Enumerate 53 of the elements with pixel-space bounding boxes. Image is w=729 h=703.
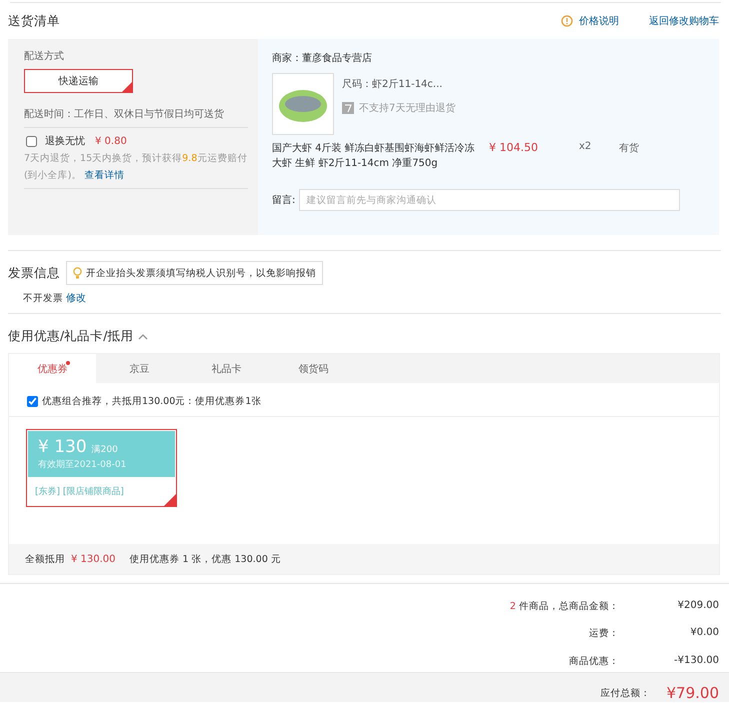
recommend-label: 优惠组合推荐，共抵用130.00元：使用优惠券1张 [42, 395, 262, 408]
coupon-amount: ¥ 130 [38, 437, 87, 457]
insurance-description: 7天内退货，15天内换货，预计获得9.8元运费赔付(到小全库)。 查看详情 [24, 152, 248, 183]
insurance-checkbox[interactable] [26, 136, 37, 146]
message-field[interactable]: 建议留言前先与商家沟通确认 [299, 189, 680, 211]
details-link[interactable]: 查看详情 [84, 170, 124, 181]
invoice-title: 发票信息 [8, 264, 60, 282]
summary-value: -¥130.00 [674, 654, 719, 668]
message-label: 留言: [272, 194, 296, 207]
price-info-link[interactable]: 价格说明 [579, 14, 619, 28]
no-return-note: 不支持7天无理由退货 [359, 102, 456, 115]
shipping-label: 配送方式 [24, 50, 65, 63]
insurance-price: ¥ 0.80 [95, 136, 127, 146]
info-icon [561, 15, 573, 27]
section-title: 送货清单 [8, 12, 60, 30]
deduct-amount: ¥ 130.00 [71, 554, 116, 564]
shop-name: 董彦食品专营店 [302, 52, 372, 65]
discount-tab[interactable]: 领货码 [270, 354, 357, 383]
invoice-value: 不开发票 [23, 292, 63, 304]
total-label: 应付总额： [600, 687, 650, 700]
check-corner-icon [122, 82, 132, 92]
recommend-checkbox[interactable] [27, 396, 38, 407]
discount-tab[interactable]: 礼品卡 [183, 354, 270, 383]
total-amount: ¥79.00 [666, 684, 719, 702]
shipping-option[interactable]: 快递运输 [24, 69, 133, 93]
coupon-condition: 满200 [92, 444, 118, 456]
summary-label: 运费： [589, 627, 619, 642]
back-to-cart-link[interactable]: 返回修改购物车 [649, 14, 719, 28]
chevron-up-icon[interactable] [138, 333, 148, 340]
delivery-time: 配送时间：工作日、双休日与节假日均可送货 [24, 108, 225, 121]
discount-tab[interactable]: 京豆 [96, 354, 183, 383]
coupon-expiry: 有效期至2021-08-01 [38, 460, 126, 470]
full-deduct-label: 全额抵用 [25, 552, 65, 566]
summary-label: 商品优惠： [569, 654, 619, 669]
discount-summary: 使用优惠券 1 张，优惠 130.00 元 [130, 552, 281, 566]
product-quantity: x2 [579, 141, 592, 152]
discount-tab[interactable]: 优惠券 [9, 354, 96, 383]
shop-label: 商家： [272, 52, 302, 65]
invoice-tip-text: 开企业抬头发票须填写纳税人识别号，以免影响报销 [86, 266, 316, 280]
discounts-title: 使用优惠/礼品卡/抵用 [8, 328, 134, 345]
check-corner-icon [164, 494, 176, 506]
summary-value: ¥209.00 [678, 600, 719, 613]
product-price: ¥ 104.50 [489, 141, 539, 154]
stock-status: 有货 [619, 142, 639, 155]
edit-invoice-link[interactable]: 修改 [66, 291, 86, 305]
product-name: 国产大虾 4斤装 鲜冻白虾基围虾海虾鲜活冷冻大虾 生鲜 虾2斤11-14cm 净重750g [272, 142, 476, 171]
no-return-icon [342, 102, 354, 114]
summary-label: 2 件商品，总商品金额： [510, 600, 619, 614]
lightbulb-icon [73, 267, 82, 279]
insurance-label: 退换无忧 [45, 134, 85, 148]
summary-value: ¥0.00 [690, 627, 719, 640]
product-size: 尺码：虾2斤11-14c... [342, 78, 444, 91]
coupon-tags: [东券] [限店铺限商品] [35, 487, 124, 497]
